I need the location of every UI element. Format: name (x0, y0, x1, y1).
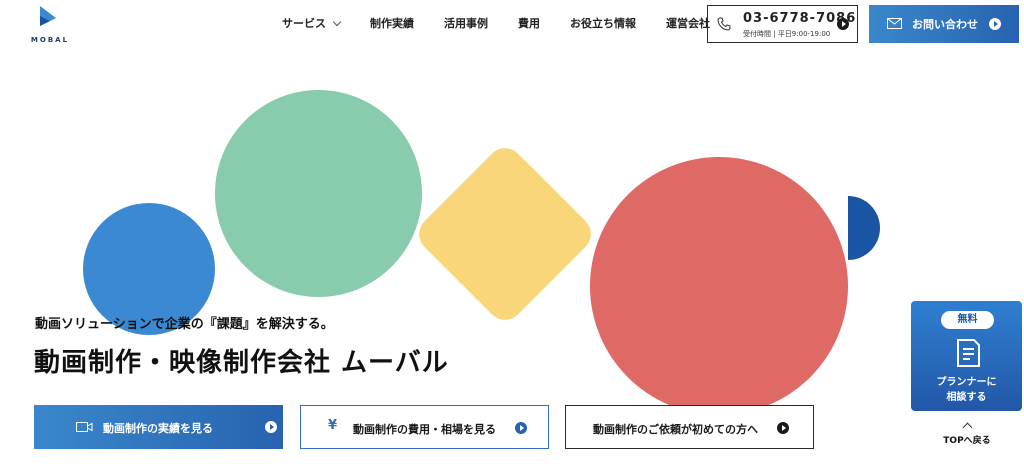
nav-item-label: サービス (282, 17, 326, 30)
view-works-label: 動画制作の実績を見る (103, 422, 213, 435)
logo-mark-icon (40, 6, 56, 26)
phone-contact[interactable]: 03-6778-7086 受付時間 | 平日9:00-19:00 (707, 5, 858, 43)
chevron-up-icon (962, 422, 972, 433)
hero-subtitle: 動画ソリューションで企業の『課題』を解決する。 (35, 317, 334, 332)
logo-text: MOBAL (30, 36, 70, 44)
free-badge: 無料 (941, 311, 994, 329)
view-pricing-button[interactable]: ¥ 動画制作の費用・相場を見る (300, 405, 549, 449)
video-camera-icon (76, 422, 93, 432)
nav-item-resources[interactable]: お役立ち情報 (570, 15, 636, 31)
arrow-right-circle-icon (989, 18, 1001, 30)
nav-item-services[interactable]: サービス (282, 15, 342, 31)
view-works-button[interactable]: 動画制作の実績を見る (34, 405, 283, 449)
nav-item-pricing[interactable]: 費用 (518, 15, 540, 31)
hero-green-circle (215, 90, 422, 297)
first-time-button[interactable]: 動画制作のご依頼が初めての方へ (565, 405, 814, 449)
nav-item-cases[interactable]: 活用事例 (444, 15, 488, 31)
back-to-top-link[interactable]: TOPへ戻る (935, 422, 999, 446)
nav-item-works[interactable]: 制作実績 (370, 15, 414, 31)
view-pricing-label: 動画制作の費用・相場を見る (353, 423, 496, 436)
hero-title: 動画制作・映像制作会社 ムーバル (34, 348, 449, 378)
mobal-logo[interactable]: MOBAL (28, 6, 72, 44)
arrow-right-circle-icon (837, 18, 849, 30)
hero-navy-half-circle (848, 196, 880, 260)
contact-button-label: お問い合わせ (912, 18, 978, 31)
first-time-label: 動画制作のご依頼が初めての方へ (593, 423, 758, 436)
planner-consult-button[interactable]: 無料 プランナーに 相談する (911, 301, 1022, 411)
planner-label-line2: 相談する (946, 392, 987, 403)
main-nav: サービス 制作実績 活用事例 費用 お役立ち情報 運営会社 (282, 15, 740, 31)
planner-label: プランナーに 相談する (911, 375, 1022, 405)
phone-icon (717, 17, 731, 31)
hero-yellow-diamond (411, 140, 599, 328)
chevron-down-icon (332, 17, 342, 26)
arrow-right-circle-icon (777, 422, 789, 434)
planner-label-line1: プランナーに (936, 377, 997, 388)
contact-button[interactable]: お問い合わせ (869, 5, 1019, 43)
site-header: MOBAL サービス 制作実績 活用事例 費用 お役立ち情報 運営会社 03-6… (0, 0, 1024, 50)
hero-red-circle (590, 157, 848, 415)
yen-icon: ¥ (328, 418, 338, 433)
phone-hours: 受付時間 | 平日9:00-19:00 (743, 30, 831, 38)
nav-item-company[interactable]: 運営会社 (666, 15, 710, 31)
mail-icon (887, 18, 902, 29)
document-icon (957, 339, 980, 367)
back-to-top-label: TOPへ戻る (943, 436, 991, 446)
arrow-right-circle-icon (265, 421, 277, 433)
arrow-right-circle-icon (515, 422, 527, 434)
